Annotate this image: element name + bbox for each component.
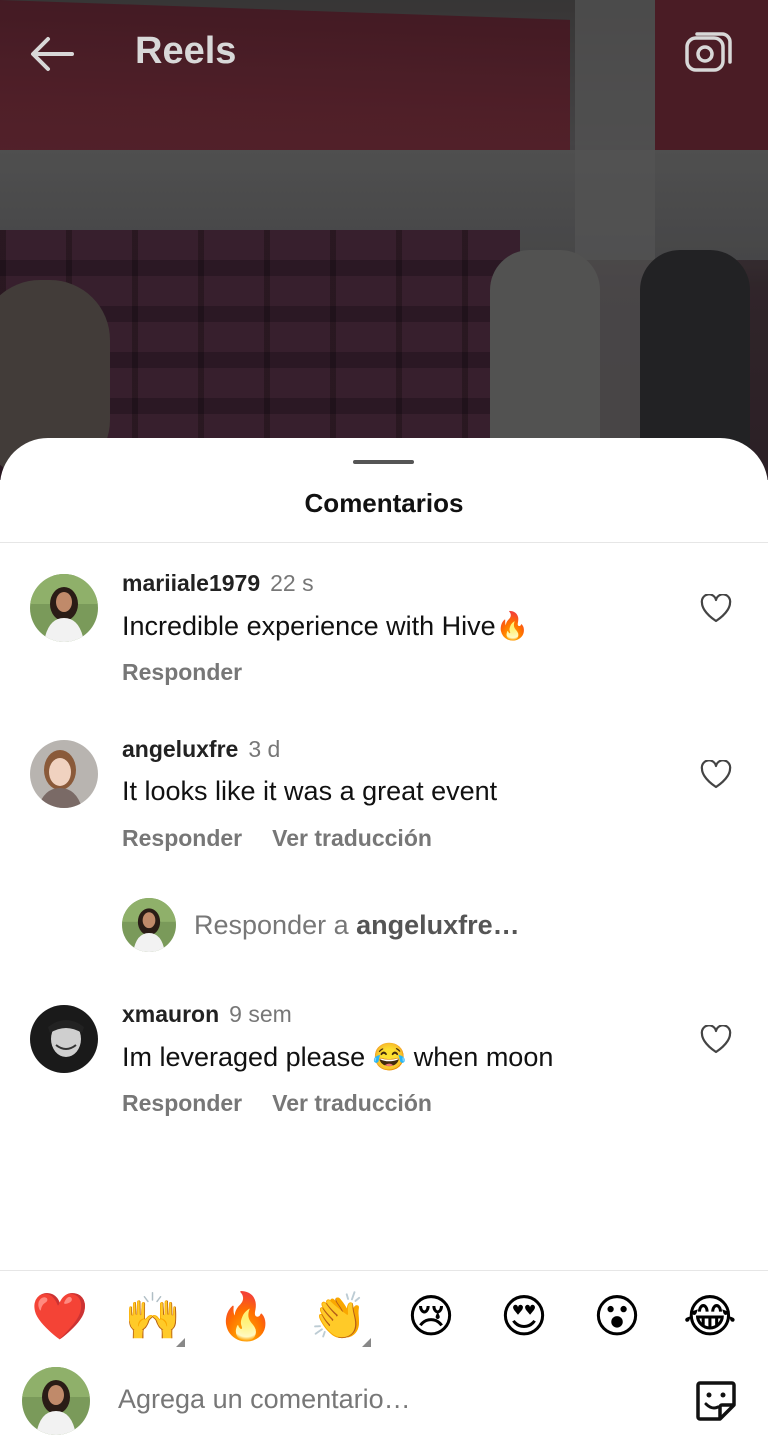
comment-username[interactable]: angeluxfre [122,736,238,762]
reply-prompt-text: Responder a angeluxfre… [194,910,520,941]
avatar[interactable] [30,574,98,642]
comment-input[interactable] [118,1379,658,1419]
avatar [22,1367,90,1435]
heart-icon[interactable] [700,594,732,624]
comment-item: angeluxfre 3 d It looks like it was a gre… [0,736,768,856]
sticker-icon[interactable] [692,1377,740,1425]
reply-link[interactable]: Responder [122,659,242,685]
divider [0,1270,768,1271]
emoji-laughing[interactable]: 😂 [682,1288,738,1344]
sheet-title: Comentarios [304,488,464,518]
avatar [122,898,176,952]
comment-actions: Responder Ver traducción [122,1090,432,1117]
comment-time: 9 sem [229,1001,292,1027]
comment-time: 3 d [248,736,281,762]
skin-tone-caret-icon [362,1338,371,1347]
emoji-fire[interactable]: 🔥 [217,1288,274,1344]
heart-icon[interactable] [700,760,732,790]
sheet-drag-handle[interactable] [353,460,414,464]
avatar[interactable] [30,740,98,808]
translate-link[interactable]: Ver traducción [272,1090,432,1116]
heart-icon[interactable] [700,1025,732,1055]
comment-text: Incredible experience with Hive🔥 [122,611,530,641]
comment-composer [0,1363,768,1443]
skin-tone-caret-icon [176,1338,185,1347]
comment-text: It looks like it was a great event [122,776,498,806]
divider [0,542,768,543]
comment-item: xmauron 9 sem Im leveraged please 😂 when … [0,1001,768,1121]
page-title: Reels [135,30,237,72]
emoji-raised-hands[interactable]: 🙌 [124,1288,181,1344]
translate-link[interactable]: Ver traducción [272,825,432,851]
reply-prompt[interactable]: Responder a angeluxfre… [0,898,768,954]
reply-prompt-prefix: Responder a [194,910,357,940]
comment-text: Im leveraged please 😂 when moon [122,1042,554,1072]
emoji-clapping[interactable]: 👏 [310,1288,367,1344]
reply-prompt-target: angeluxfre… [356,910,520,940]
reply-link[interactable]: Responder [122,1090,242,1116]
comment-actions: Responder [122,659,242,686]
comment-username[interactable]: mariiale1979 [122,570,260,596]
camera-icon[interactable] [684,32,732,76]
comment-meta: xmauron 9 sem [122,1001,292,1028]
comment-meta: mariiale1979 22 s [122,570,314,597]
avatar[interactable] [30,1005,98,1073]
reply-link[interactable]: Responder [122,825,242,851]
emoji-heart-eyes[interactable]: 😍 [496,1288,552,1344]
comment-username[interactable]: xmauron [122,1001,219,1027]
emoji-crying[interactable]: 😢 [403,1288,459,1344]
top-bar: Reels [0,0,768,108]
emoji-heart[interactable]: ❤️ [31,1288,88,1344]
back-arrow-icon[interactable] [28,34,76,74]
comments-sheet: Comentarios mariiale1979 22 s Incredible … [0,438,768,1456]
comment-item: mariiale1979 22 s Incredible experience w… [0,570,768,690]
comment-actions: Responder Ver traducción [122,825,432,852]
comment-meta: angeluxfre 3 d [122,736,280,763]
emoji-quick-bar: ❤️ 🙌 🔥 👏 😢 😍 😮 😂 [0,1288,768,1348]
comment-time: 22 s [270,570,314,596]
emoji-surprised[interactable]: 😮 [589,1288,645,1344]
